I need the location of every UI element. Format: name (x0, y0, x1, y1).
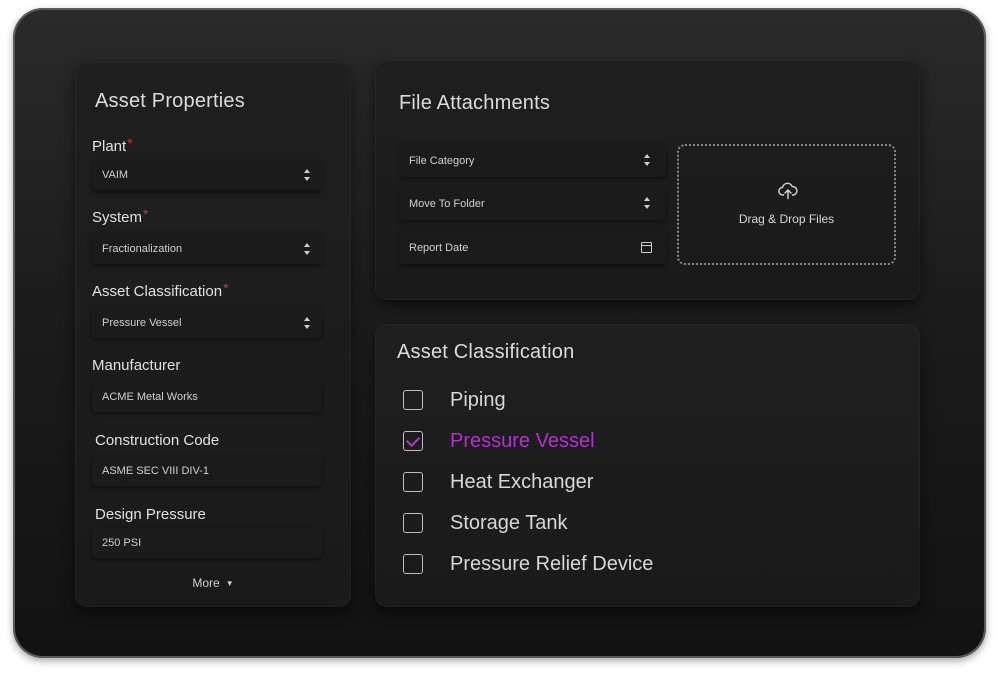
checkbox[interactable] (403, 554, 423, 574)
system-label: System* (92, 206, 149, 226)
report-date-input[interactable]: Report Date (399, 231, 666, 264)
chevron-up-down-icon (644, 154, 650, 166)
construction-code-value: ASME SEC VIII DIV-1 (102, 465, 209, 477)
more-label: More (192, 576, 220, 590)
classification-option-heat-exchanger[interactable]: Heat Exchanger (403, 470, 593, 494)
dropzone-label: Drag & Drop Files (738, 212, 835, 226)
classification-option-pressure-vessel[interactable]: Pressure Vessel (403, 429, 595, 453)
classification-option-piping[interactable]: Piping (403, 388, 506, 412)
manufacturer-value: ACME Metal Works (102, 391, 198, 403)
asset-classification-panel: Asset Classification Piping Pressure Ves… (375, 324, 920, 607)
move-to-folder-placeholder: Move To Folder (409, 197, 485, 210)
plant-label: Plant* (92, 135, 133, 155)
system-select[interactable]: Fractionalization (92, 234, 322, 264)
file-category-placeholder: File Category (409, 154, 475, 167)
classification-option-pressure-relief-device[interactable]: Pressure Relief Device (403, 552, 653, 576)
file-category-select[interactable]: File Category (399, 144, 666, 177)
manufacturer-input[interactable]: ACME Metal Works (92, 382, 322, 412)
option-label: Heat Exchanger (450, 470, 594, 493)
file-attachments-panel: File Attachments File Category Move To F… (375, 60, 920, 300)
required-marker: * (223, 280, 229, 296)
asset-classification-select[interactable]: Pressure Vessel (92, 308, 322, 338)
panel-title: Asset Classification (397, 341, 575, 363)
cloud-upload-icon (778, 182, 798, 200)
plant-value: VAIM (102, 169, 129, 181)
checkbox[interactable] (403, 431, 423, 451)
app-window: Asset Properties Plant* VAIM System* Fra… (13, 8, 986, 658)
option-label: Pressure Relief Device (450, 552, 654, 575)
chevron-up-down-icon (644, 197, 650, 209)
asset-classification-label: Asset Classification* (92, 280, 229, 300)
design-pressure-input[interactable]: 250 PSI (92, 528, 322, 558)
design-pressure-value: 250 PSI (102, 537, 142, 549)
calendar-icon[interactable] (641, 242, 652, 253)
check-icon (405, 432, 421, 448)
option-label: Pressure Vessel (450, 429, 595, 452)
move-to-folder-select[interactable]: Move To Folder (399, 187, 666, 220)
option-label: Piping (450, 388, 506, 411)
construction-code-label: Construction Code (95, 432, 220, 449)
design-pressure-label: Design Pressure (95, 506, 206, 523)
option-label: Storage Tank (450, 511, 568, 534)
system-value: Fractionalization (102, 243, 183, 255)
classification-option-storage-tank[interactable]: Storage Tank (403, 511, 568, 535)
chevron-up-down-icon (304, 169, 310, 181)
plant-select[interactable]: VAIM (92, 160, 322, 190)
required-marker: * (143, 206, 149, 222)
checkbox[interactable] (403, 513, 423, 533)
asset-classification-value: Pressure Vessel (102, 317, 182, 329)
caret-down-icon: ▼ (225, 579, 234, 588)
more-button[interactable]: More ▼ (75, 576, 351, 590)
file-dropzone[interactable]: Drag & Drop Files (677, 144, 896, 265)
construction-code-input[interactable]: ASME SEC VIII DIV-1 (92, 456, 322, 486)
manufacturer-label: Manufacturer (92, 357, 181, 374)
report-date-placeholder: Report Date (409, 241, 469, 254)
chevron-up-down-icon (304, 243, 310, 255)
panel-title: File Attachments (399, 92, 551, 114)
panel-title: Asset Properties (95, 90, 245, 112)
chevron-up-down-icon (304, 317, 310, 329)
required-marker: * (127, 135, 133, 151)
checkbox[interactable] (403, 390, 423, 410)
checkbox[interactable] (403, 472, 423, 492)
asset-properties-panel: Asset Properties Plant* VAIM System* Fra… (75, 62, 351, 607)
